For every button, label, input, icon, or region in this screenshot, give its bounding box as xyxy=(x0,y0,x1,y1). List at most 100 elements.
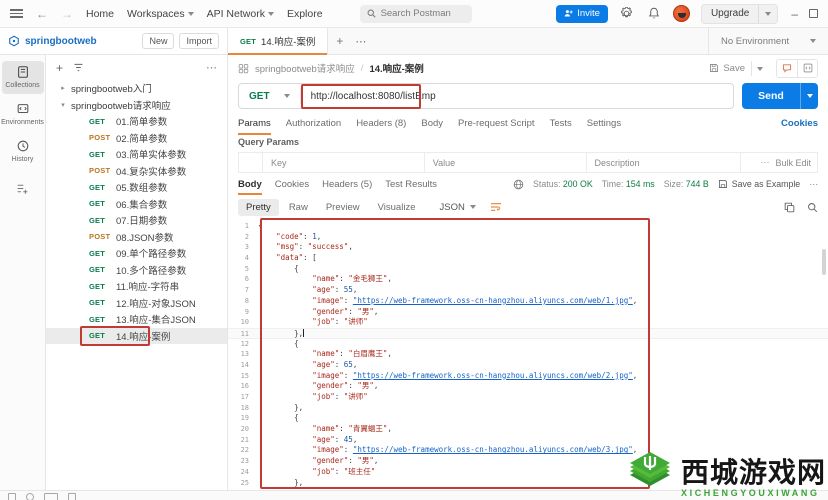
copy-icon[interactable] xyxy=(784,202,795,213)
tab-pre-request-script[interactable]: Pre-request Script xyxy=(458,111,535,135)
menu-icon[interactable] xyxy=(10,9,23,18)
line-number: 4 xyxy=(228,253,258,264)
view-visualize[interactable]: Visualize xyxy=(370,199,424,216)
sidebar-item-02.简单参数[interactable]: POST02.简单参数 xyxy=(46,130,227,147)
tab-headers-[interactable]: Headers (8) xyxy=(356,111,406,135)
sidebar-item-01.简单参数[interactable]: GET01.简单参数 xyxy=(46,113,227,130)
footer-find-icon[interactable] xyxy=(44,493,58,500)
sidebar-item-07.日期参数[interactable]: GET07.日期参数 xyxy=(46,212,227,229)
url-input[interactable] xyxy=(300,88,733,104)
configure-sidebar-icon[interactable] xyxy=(16,182,29,195)
sidebar-folder[interactable]: ▾springbootweb请求响应 xyxy=(46,97,227,114)
send-dropdown-icon[interactable] xyxy=(800,83,818,109)
window-minimize-icon[interactable]: – xyxy=(791,7,798,21)
params-options-icon[interactable]: ⋯ xyxy=(760,157,769,168)
environments-icon xyxy=(16,102,30,116)
response-tab-headers-[interactable]: Headers (5) xyxy=(322,173,372,195)
sidebar-item-11.响应-字符串[interactable]: GET11.响应-字符串 xyxy=(46,278,227,295)
tab-settings[interactable]: Settings xyxy=(587,111,621,135)
sidebar-item-06.集合参数[interactable]: GET06.集合参数 xyxy=(46,196,227,213)
select-all-checkbox[interactable] xyxy=(239,153,263,172)
column-description: Description xyxy=(587,153,742,172)
tab-request-active[interactable]: GET 14.响应-案例 xyxy=(228,28,328,54)
back-icon[interactable]: ← xyxy=(36,7,48,21)
window-maximize-icon[interactable] xyxy=(809,9,818,18)
environment-selector[interactable]: No Environment xyxy=(708,28,828,54)
nav-home[interactable]: Home xyxy=(86,8,114,20)
view-preview[interactable]: Preview xyxy=(318,199,368,216)
network-globe-icon[interactable] xyxy=(513,179,524,190)
response-options-icon[interactable]: ⋯ xyxy=(809,179,818,190)
send-button[interactable]: Send xyxy=(742,83,818,109)
tab-params[interactable]: Params xyxy=(238,111,271,135)
user-avatar[interactable] xyxy=(673,5,690,22)
global-search-input[interactable]: Search Postman xyxy=(360,5,472,23)
tab-overflow-icon[interactable]: ⋯ xyxy=(351,28,370,54)
sidebar-item-13.响应-集合JSON[interactable]: GET13.响应-集合JSON xyxy=(46,311,227,328)
sidebar-item-09.单个路径参数[interactable]: GET09.单个路径参数 xyxy=(46,245,227,262)
sidebar-item-10.多个路径参数[interactable]: GET10.多个路径参数 xyxy=(46,262,227,279)
column-value: Value xyxy=(425,153,587,172)
nav-explore[interactable]: Explore xyxy=(287,8,323,20)
code-snippet-button[interactable] xyxy=(797,60,817,77)
person-plus-icon xyxy=(564,9,573,18)
workspace-name[interactable]: springbootweb xyxy=(25,36,97,47)
bulk-edit-button[interactable]: Bulk Edit xyxy=(775,158,811,168)
new-button[interactable]: New xyxy=(142,33,174,49)
notifications-bell-icon[interactable] xyxy=(646,6,662,22)
line-number: 5 xyxy=(228,264,258,275)
filter-icon[interactable] xyxy=(73,62,84,73)
footer-grid-icon[interactable] xyxy=(8,493,16,500)
import-button[interactable]: Import xyxy=(179,33,219,49)
wrap-lines-icon[interactable] xyxy=(490,202,502,212)
rail-history[interactable]: History xyxy=(2,135,44,168)
save-button[interactable]: Save xyxy=(703,61,768,76)
forward-icon[interactable]: → xyxy=(61,7,73,21)
rail-collections[interactable]: Collections xyxy=(2,61,44,94)
breadcrumb-folder[interactable]: springbootweb请求响应 xyxy=(255,61,355,75)
code-line-2: 2 "code": 1, xyxy=(228,232,828,243)
response-tab-cookies[interactable]: Cookies xyxy=(275,173,309,195)
view-raw[interactable]: Raw xyxy=(281,199,316,216)
nav-workspaces[interactable]: Workspaces xyxy=(127,8,194,20)
add-collection-plus-icon[interactable]: + xyxy=(56,61,63,75)
sidebar-item-05.数组参数[interactable]: GET05.数组参数 xyxy=(46,179,227,196)
tab-body[interactable]: Body xyxy=(421,111,443,135)
save-dropdown-icon[interactable] xyxy=(751,61,768,76)
footer-online-icon[interactable] xyxy=(26,493,34,500)
nav-api-network[interactable]: API Network xyxy=(207,8,274,20)
search-icon[interactable] xyxy=(807,202,818,213)
sidebar-item-12.响应-对象JSON[interactable]: GET12.响应-对象JSON xyxy=(46,295,227,312)
tab-authorization[interactable]: Authorization xyxy=(286,111,341,135)
sidebar-overflow-icon[interactable]: ⋯ xyxy=(206,61,217,74)
scrollbar-thumb[interactable] xyxy=(822,249,826,275)
sidebar-folder[interactable]: ▸springbootweb入门 xyxy=(46,80,227,97)
response-tab-body[interactable]: Body xyxy=(238,173,262,195)
format-selector[interactable]: JSON xyxy=(433,199,481,216)
chevron-down-icon xyxy=(810,39,816,43)
code-line-18: 18 }, xyxy=(228,403,828,414)
save-as-example-button[interactable]: Save as Example xyxy=(718,179,800,189)
sidebar-item-08.JSON参数[interactable]: POST08.JSON参数 xyxy=(46,229,227,246)
sidebar-item-04.复杂实体参数[interactable]: POST04.复杂实体参数 xyxy=(46,163,227,180)
comment-button[interactable] xyxy=(777,60,797,77)
view-pretty[interactable]: Pretty xyxy=(238,199,279,216)
size-badge: Size: 744 B xyxy=(664,179,709,189)
rail-environments[interactable]: Environments xyxy=(2,98,44,131)
code-line-12: 12 { xyxy=(228,339,828,350)
response-tab-test-results[interactable]: Test Results xyxy=(385,173,437,195)
tab-tests[interactable]: Tests xyxy=(550,111,572,135)
method-selector[interactable]: GET xyxy=(239,91,300,102)
search-placeholder: Search Postman xyxy=(381,8,451,19)
sidebar-item-14.响应-案例[interactable]: GET14.响应-案例 xyxy=(46,328,227,345)
footer-console-icon[interactable] xyxy=(68,493,76,500)
cookies-link[interactable]: Cookies xyxy=(781,118,818,129)
upgrade-dropdown[interactable] xyxy=(758,5,777,23)
settings-gear-icon[interactable] xyxy=(619,6,635,22)
new-tab-plus-icon[interactable]: + xyxy=(328,28,351,54)
sidebar-item-03.简单实体参数[interactable]: GET03.简单实体参数 xyxy=(46,146,227,163)
code-line-1: 1{ xyxy=(228,221,828,232)
upgrade-button[interactable]: Upgrade xyxy=(701,4,778,24)
workspace-zone: springbootweb New Import xyxy=(0,28,228,54)
invite-button[interactable]: Invite xyxy=(556,5,608,23)
